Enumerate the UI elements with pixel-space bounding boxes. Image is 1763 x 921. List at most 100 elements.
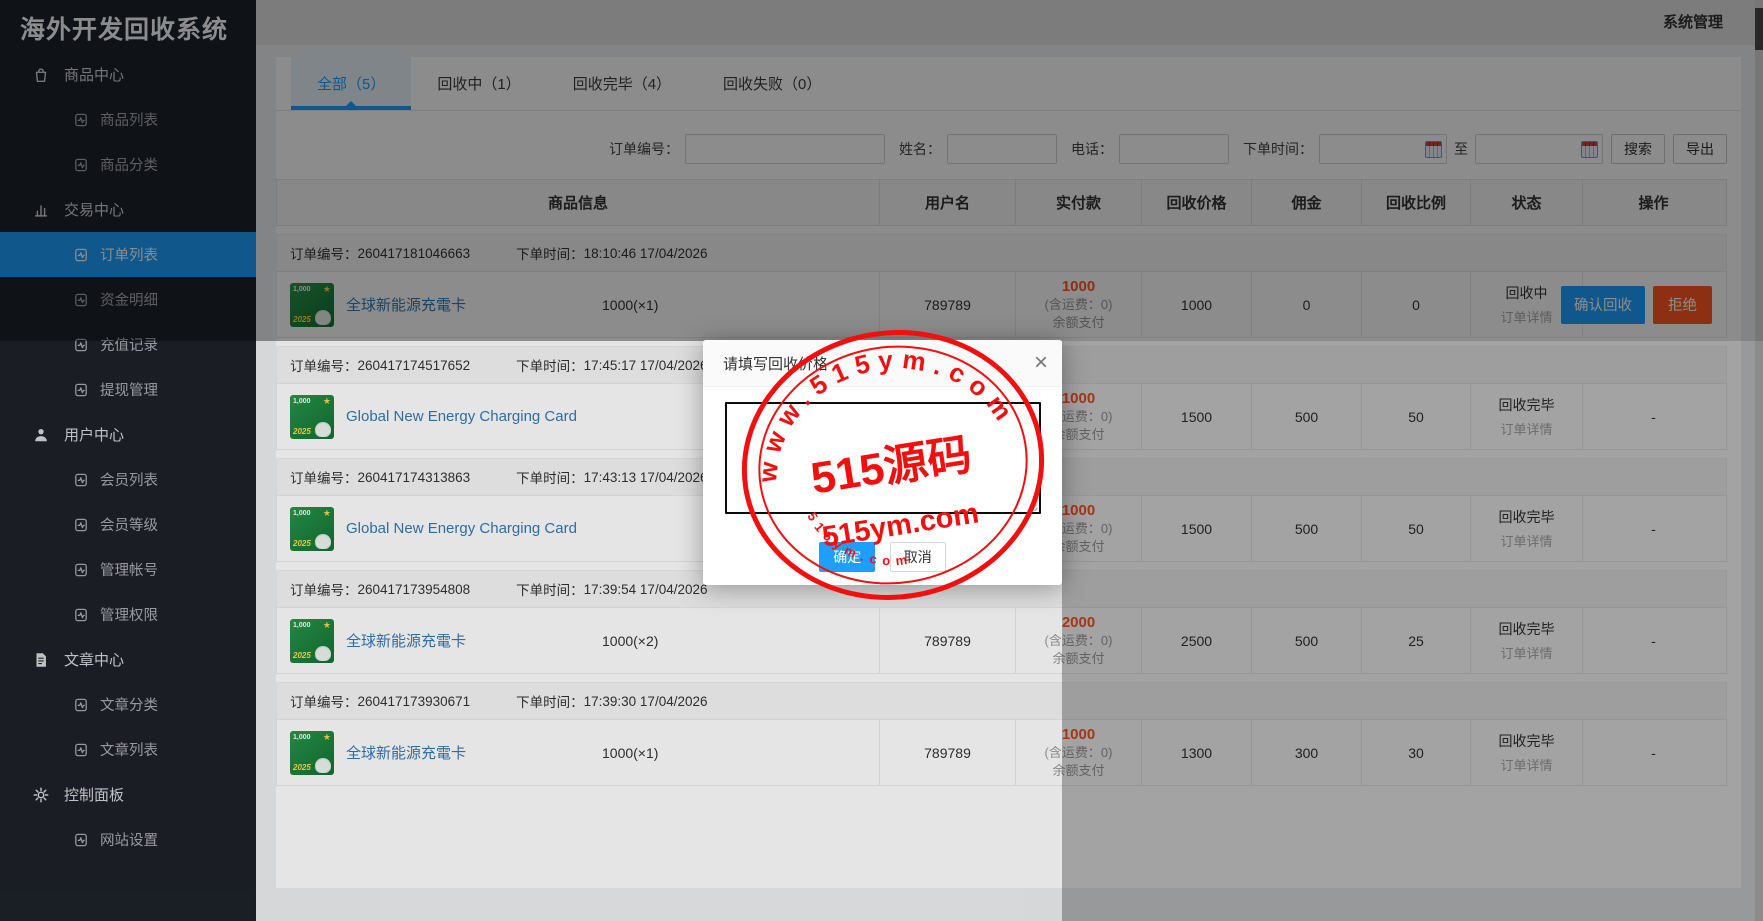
tab-all[interactable]: 全部（5） [291, 57, 411, 110]
export-button[interactable]: 导出 [1673, 134, 1727, 164]
username: 789789 [924, 297, 971, 313]
calendar-icon[interactable] [1425, 141, 1442, 158]
sidebar-item-label: 文章列表 [100, 739, 158, 760]
tab-failed[interactable]: 回收失败（0） [697, 57, 847, 110]
commission: 300 [1295, 745, 1318, 761]
sidebar-group-user-center[interactable]: 用户中心 [0, 412, 256, 457]
username: 789789 [924, 745, 971, 761]
list-icon [73, 742, 89, 758]
status-text: 回收完毕 [1499, 507, 1555, 527]
recycle-ratio-cell: 50 [1361, 384, 1470, 449]
sidebar-item-admin-permission[interactable]: 管理权限 [0, 592, 256, 637]
commission-cell: 300 [1251, 720, 1361, 785]
phone-input[interactable] [1119, 134, 1229, 164]
sidebar-group-control-panel[interactable]: 控制面板 [0, 772, 256, 817]
commission-cell: 500 [1251, 496, 1361, 561]
sidebar-item-goods-category[interactable]: 商品分类 [0, 142, 256, 187]
scrollbar-thumb[interactable] [1755, 8, 1763, 50]
order-no-label: 订单编号： [290, 243, 358, 263]
commission: 0 [1303, 297, 1311, 313]
product-link[interactable]: 全球新能源充電卡 [346, 630, 466, 651]
system-admin-menu[interactable]: 系统管理 [1663, 0, 1723, 45]
search-button[interactable]: 搜索 [1611, 134, 1665, 164]
list-icon [73, 157, 89, 173]
sidebar-item-article-category[interactable]: 文章分类 [0, 682, 256, 727]
pay-method: 余额支付 [1052, 762, 1104, 780]
product-cell: 1,000★2025全球新能源充電卡1000(×1) [277, 720, 879, 785]
order-detail-link[interactable]: 订单详情 [1500, 645, 1552, 663]
sidebar-group-goods-center[interactable]: 商品中心 [0, 52, 256, 97]
order-group-header: 订单编号：260417181046663下单时间：18:10:46 17/04/… [276, 234, 1727, 272]
thumb-year-text: 2025 [293, 763, 311, 772]
product-link[interactable]: 全球新能源充電卡 [346, 294, 466, 315]
user-icon [32, 426, 50, 444]
table-row: 1,000★2025全球新能源充電卡1000(×1)7897891000(含运费… [276, 720, 1727, 786]
name-input[interactable] [947, 134, 1057, 164]
sidebar-item-member-list[interactable]: 会员列表 [0, 457, 256, 502]
sidebar-item-label: 会员列表 [100, 469, 158, 490]
sidebar-item-member-level[interactable]: 会员等级 [0, 502, 256, 547]
order-detail-link[interactable]: 订单详情 [1500, 533, 1552, 551]
sidebar-item-admin-account[interactable]: 管理帐号 [0, 547, 256, 592]
calendar-icon[interactable] [1581, 141, 1598, 158]
sidebar-item-label: 商品分类 [100, 154, 158, 175]
sidebar-item-withdraw-manage[interactable]: 提现管理 [0, 367, 256, 412]
sidebar-item-article-list[interactable]: 文章列表 [0, 727, 256, 772]
confirm-button[interactable]: 确定 [819, 542, 875, 572]
product-link[interactable]: Global New Energy Charging Card [346, 408, 577, 425]
confirm-recycle-button[interactable]: 确认回收 [1561, 286, 1645, 324]
dialog-title-bar: 请填写回收价格 [703, 340, 1062, 387]
status-cell: 回收完毕订单详情 [1470, 496, 1582, 561]
column-header: 佣金 [1251, 180, 1361, 225]
paid-amount: 1000 [1062, 725, 1095, 744]
tab-recycling[interactable]: 回收中（1） [411, 57, 546, 110]
sidebar-item-fund-detail[interactable]: 资金明细 [0, 277, 256, 322]
recycle-price-textarea[interactable] [725, 402, 1041, 514]
list-icon [73, 337, 89, 353]
order-detail-link[interactable]: 订单详情 [1500, 309, 1552, 327]
freight-note: (含运费：0) [1045, 744, 1113, 762]
order-number: 260417181046663 [358, 246, 471, 261]
status-cell: 回收完毕订单详情 [1470, 384, 1582, 449]
sidebar-item-recharge-record[interactable]: 充值记录 [0, 322, 256, 367]
thumb-amount-text: 1,000 [293, 398, 311, 405]
no-action-dash: - [1651, 521, 1656, 537]
commission-cell: 500 [1251, 384, 1361, 449]
sidebar-item-label: 管理帐号 [100, 559, 158, 580]
list-icon [73, 382, 89, 398]
order-group: 订单编号：260417173954808下单时间：17:39:54 17/04/… [276, 570, 1727, 674]
order-group-header: 订单编号：260417173930671下单时间：17:39:30 17/04/… [276, 682, 1727, 720]
column-header: 商品信息 [277, 180, 879, 225]
close-icon[interactable]: × [1034, 348, 1048, 378]
sidebar: 海外开发回收系统 商品中心商品列表商品分类交易中心订单列表资金明细充值记录提现管… [0, 0, 256, 921]
recycle-price-cell: 1500 [1141, 384, 1251, 449]
product-thumbnail: 1,000★2025 [290, 395, 334, 439]
cancel-button[interactable]: 取消 [890, 542, 946, 572]
sidebar-item-goods-list[interactable]: 商品列表 [0, 97, 256, 142]
product-link[interactable]: Global New Energy Charging Card [346, 520, 577, 537]
order-time: 17:39:30 17/04/2026 [584, 694, 708, 709]
order-no-label: 订单编号： [290, 579, 358, 599]
sidebar-group-label: 交易中心 [64, 199, 124, 220]
product-quantity: 1000(×2) [602, 633, 658, 649]
tab-done[interactable]: 回收完毕（4） [547, 57, 697, 110]
status-text: 回收完毕 [1499, 731, 1555, 751]
sidebar-item-order-list[interactable]: 订单列表 [0, 232, 256, 277]
recycle-price: 1000 [1181, 297, 1212, 313]
username-cell: 789789 [879, 608, 1015, 673]
sidebar-group-article-center[interactable]: 文章中心 [0, 637, 256, 682]
sidebar-item-site-settings[interactable]: 网站设置 [0, 817, 256, 862]
product-link[interactable]: 全球新能源充電卡 [346, 742, 466, 763]
thumb-figure [315, 422, 331, 437]
order-detail-link[interactable]: 订单详情 [1500, 421, 1552, 439]
order-detail-link[interactable]: 订单详情 [1500, 757, 1552, 775]
sidebar-group-trade-center[interactable]: 交易中心 [0, 187, 256, 232]
no-action-dash: - [1651, 633, 1656, 649]
filter-bar: 订单编号： 姓名： 电话： 下单时间： 至 搜索 导出 [276, 134, 1741, 164]
pay-method: 余额支付 [1052, 650, 1104, 668]
reject-button[interactable]: 拒绝 [1653, 286, 1712, 324]
recycle-price: 1500 [1181, 521, 1212, 537]
recycle-price: 1500 [1181, 409, 1212, 425]
order-no-input[interactable] [685, 134, 885, 164]
product-thumbnail: 1,000★2025 [290, 731, 334, 775]
